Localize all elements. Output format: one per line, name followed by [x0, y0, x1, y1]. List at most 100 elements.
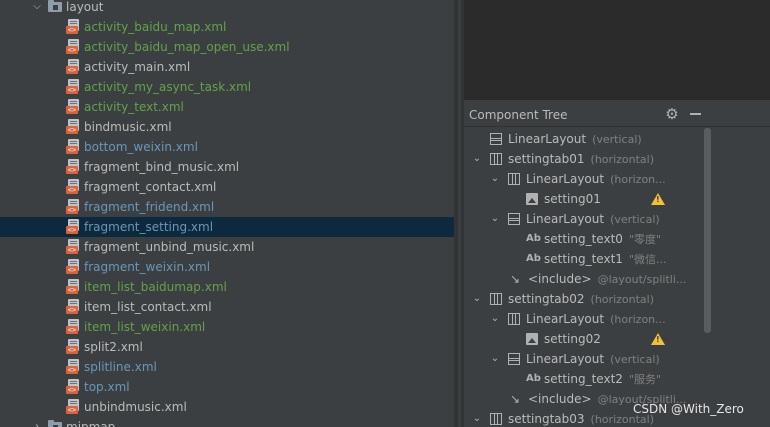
- component-tree-item[interactable]: ⌄ LinearLayout (horizon...: [464, 309, 704, 329]
- component-name: <include>: [528, 272, 592, 286]
- xml-file-icon: <>: [66, 299, 80, 315]
- component-detail: @layout/splitli...: [597, 273, 687, 286]
- component-tree-item[interactable]: Ab setting_text0 "零度": [464, 229, 704, 249]
- component-name: setting02: [544, 332, 601, 346]
- chevron-down-icon[interactable]: ⌄: [490, 173, 500, 185]
- file-row[interactable]: <> item_list_contact.xml: [0, 297, 454, 317]
- file-row[interactable]: <> fragment_unbind_music.xml: [0, 237, 454, 257]
- component-tree-item[interactable]: setting02!: [464, 329, 704, 349]
- component-label: setting_text2 "服务": [544, 372, 661, 387]
- component-name: LinearLayout: [526, 352, 605, 366]
- component-name: setting_text2: [544, 372, 623, 386]
- file-row[interactable]: <> split2.xml: [0, 337, 454, 357]
- gear-icon[interactable]: ⚙: [664, 106, 680, 122]
- file-name: fragment_weixin.xml: [84, 260, 211, 274]
- chevron-down-icon[interactable]: ⌄: [490, 213, 500, 225]
- component-tree-item[interactable]: ⌄ settingtab01 (horizontal): [464, 149, 704, 169]
- xml-file-icon: <>: [66, 99, 80, 115]
- file-row[interactable]: <> activity_my_async_task.xml: [0, 77, 454, 97]
- chevron-right-icon[interactable]: ›: [31, 421, 43, 427]
- file-row[interactable]: <> item_list_weixin.xml: [0, 317, 454, 337]
- component-detail: (vertical): [610, 353, 660, 366]
- chevron-down-icon[interactable]: ⌄: [472, 413, 482, 425]
- file-name: bindmusic.xml: [84, 120, 172, 134]
- xml-file-icon: <>: [66, 139, 80, 155]
- component-detail: (horizon...: [610, 173, 666, 186]
- file-row[interactable]: <> activity_baidu_map_open_use.xml: [0, 37, 454, 57]
- component-label: setting_text1 "微信...: [544, 252, 666, 267]
- xml-file-icon: <>: [66, 399, 80, 415]
- chevron-down-icon[interactable]: ⌄: [490, 353, 500, 365]
- file-name: item_list_weixin.xml: [84, 320, 206, 334]
- file-row[interactable]: <> fragment_fridend.xml: [0, 197, 454, 217]
- chevron-down-icon[interactable]: ⌄: [490, 313, 500, 325]
- component-name: settingtab02: [508, 292, 585, 306]
- design-canvas: [464, 0, 770, 100]
- component-name: settingtab03: [508, 412, 585, 426]
- chevron-down-icon[interactable]: ⌵: [31, 1, 43, 13]
- file-row[interactable]: <> fragment_weixin.xml: [0, 257, 454, 277]
- file-row[interactable]: <> unbindmusic.xml: [0, 397, 454, 417]
- file-row[interactable]: <> fragment_contact.xml: [0, 177, 454, 197]
- file-name: activity_baidu_map.xml: [84, 20, 227, 34]
- xml-file-icon: <>: [66, 359, 80, 375]
- component-tree-item[interactable]: setting01!: [464, 189, 704, 209]
- component-label: LinearLayout (vertical): [508, 132, 642, 147]
- text-view-icon: Ab: [526, 253, 541, 264]
- file-row[interactable]: <> fragment_bind_music.xml: [0, 157, 454, 177]
- component-name: setting01: [544, 192, 601, 206]
- component-tree-item[interactable]: LinearLayout (vertical): [464, 129, 704, 149]
- watermark: CSDN @With_Zero: [633, 402, 744, 416]
- xml-file-icon: <>: [66, 259, 80, 275]
- file-name: bottom_weixin.xml: [84, 140, 198, 154]
- file-name: fragment_bind_music.xml: [84, 160, 240, 174]
- file-row[interactable]: <> bottom_weixin.xml: [0, 137, 454, 157]
- file-row[interactable]: <> item_list_baidumap.xml: [0, 277, 454, 297]
- xml-file-icon: <>: [66, 219, 80, 235]
- tree-folder-mipmap[interactable]: › mipmap: [0, 417, 454, 427]
- file-row[interactable]: <> fragment_setting.xml: [0, 217, 454, 237]
- component-tree-item[interactable]: Ab setting_text1 "微信...: [464, 249, 704, 269]
- warning-icon[interactable]: !: [651, 333, 665, 345]
- component-tree-item[interactable]: ↘ <include> @layout/splitli...: [464, 269, 704, 289]
- component-tree-item[interactable]: ⌄ LinearLayout (vertical): [464, 209, 704, 229]
- minimize-icon[interactable]: [690, 113, 701, 115]
- file-row[interactable]: <> activity_baidu_map.xml: [0, 17, 454, 37]
- linear-horizontal-icon: [490, 153, 502, 165]
- component-tree-item[interactable]: ⌄ settingtab02 (horizontal): [464, 289, 704, 309]
- component-tree-item[interactable]: ⌄ LinearLayout (horizon...: [464, 169, 704, 189]
- text-view-icon: Ab: [526, 373, 541, 384]
- file-name: unbindmusic.xml: [84, 400, 187, 414]
- component-detail: "微信...: [628, 253, 667, 266]
- file-row[interactable]: <> activity_text.xml: [0, 97, 454, 117]
- file-name: top.xml: [84, 380, 130, 394]
- folder-icon: [48, 420, 62, 427]
- component-tree-header: Component Tree ⚙: [464, 102, 770, 127]
- component-label: LinearLayout (horizon...: [526, 312, 666, 327]
- component-label: settingtab02 (horizontal): [508, 292, 654, 307]
- include-icon: ↘: [510, 272, 521, 286]
- xml-file-icon: <>: [66, 179, 80, 195]
- tree-folder-layout[interactable]: ⌵ layout: [0, 0, 454, 17]
- linear-horizontal-icon: [508, 313, 520, 325]
- component-detail: (vertical): [610, 213, 660, 226]
- component-tree-item[interactable]: Ab setting_text2 "服务": [464, 369, 704, 389]
- chevron-down-icon[interactable]: ⌄: [472, 293, 482, 305]
- file-row[interactable]: <> activity_main.xml: [0, 57, 454, 77]
- file-row[interactable]: <> top.xml: [0, 377, 454, 397]
- xml-file-icon: <>: [66, 239, 80, 255]
- linear-horizontal-icon: [490, 413, 502, 425]
- divider-line: [458, 0, 461, 427]
- file-name: fragment_fridend.xml: [84, 200, 215, 214]
- component-label: LinearLayout (vertical): [526, 212, 660, 227]
- warning-icon[interactable]: !: [651, 193, 665, 205]
- file-name: activity_my_async_task.xml: [84, 80, 252, 94]
- linear-vertical-icon: [490, 133, 502, 145]
- file-row[interactable]: <> splitline.xml: [0, 357, 454, 377]
- xml-file-icon: <>: [66, 19, 80, 35]
- scrollbar[interactable]: [704, 128, 711, 333]
- component-tree-item[interactable]: ⌄ LinearLayout (vertical): [464, 349, 704, 369]
- chevron-down-icon[interactable]: ⌄: [472, 153, 482, 165]
- xml-file-icon: <>: [66, 59, 80, 75]
- file-row[interactable]: <> bindmusic.xml: [0, 117, 454, 137]
